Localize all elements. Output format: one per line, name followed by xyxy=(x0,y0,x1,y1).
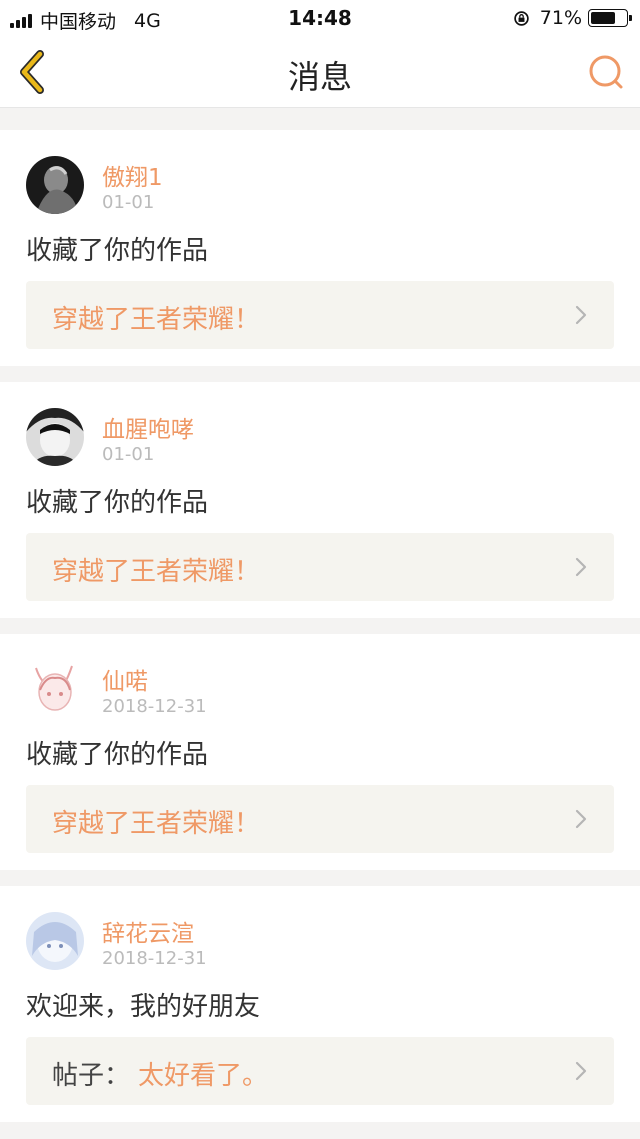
avatar[interactable] xyxy=(26,156,84,214)
post-prefix: 帖子： xyxy=(52,1061,131,1091)
username[interactable]: 仙喏 xyxy=(102,662,148,696)
status-bar: 中国移动 4G 14:48 71% xyxy=(0,0,640,36)
work-link[interactable]: 穿越了王者荣耀！ xyxy=(26,785,614,853)
work-title: 穿越了王者荣耀！ xyxy=(52,305,261,335)
message-list: 傲翔1 01-01 收藏了你的作品 穿越了王者荣耀！ 血腥咆哮 01-01 收藏… xyxy=(0,130,640,1138)
post-link[interactable]: 帖子： 太好看了。 xyxy=(26,1037,614,1105)
chevron-right-icon xyxy=(575,557,587,577)
avatar[interactable] xyxy=(26,660,84,718)
work-link[interactable]: 穿越了王者荣耀！ xyxy=(26,281,614,349)
message-date: 2018-12-31 xyxy=(102,948,207,969)
username[interactable]: 傲翔1 xyxy=(102,158,163,192)
battery-percent: 71% xyxy=(539,7,582,29)
search-button[interactable] xyxy=(586,52,626,92)
work-title: 穿越了王者荣耀！ xyxy=(52,557,261,587)
message-text: 收藏了你的作品 xyxy=(26,488,209,518)
rotation-lock-icon xyxy=(514,10,529,26)
battery-icon xyxy=(588,9,632,27)
message-card[interactable]: 辞花云渲 2018-12-31 欢迎来，我的好朋友 帖子： 太好看了。 xyxy=(0,886,640,1122)
message-card[interactable]: 仙喏 2018-12-31 收藏了你的作品 穿越了王者荣耀！ xyxy=(0,634,640,870)
username[interactable]: 血腥咆哮 xyxy=(102,410,194,444)
search-icon xyxy=(589,55,623,89)
page-title: 消息 xyxy=(287,58,352,96)
nav-bar: 消息 xyxy=(0,36,640,108)
message-date: 01-01 xyxy=(102,444,155,465)
message-text: 收藏了你的作品 xyxy=(26,236,209,266)
status-right: 71% xyxy=(513,7,632,29)
message-card[interactable]: 血腥咆哮 01-01 收藏了你的作品 穿越了王者荣耀！ xyxy=(0,382,640,618)
work-link[interactable]: 穿越了王者荣耀！ xyxy=(26,533,614,601)
message-text: 欢迎来，我的好朋友 xyxy=(26,992,261,1022)
avatar[interactable] xyxy=(26,408,84,466)
message-date: 01-01 xyxy=(102,192,155,213)
chevron-right-icon xyxy=(575,809,587,829)
message-card[interactable]: 傲翔1 01-01 收藏了你的作品 穿越了王者荣耀！ xyxy=(0,130,640,366)
avatar[interactable] xyxy=(26,912,84,970)
message-date: 2018-12-31 xyxy=(102,696,207,717)
chevron-right-icon xyxy=(575,1061,587,1081)
post-title: 太好看了。 xyxy=(138,1061,269,1091)
message-text: 收藏了你的作品 xyxy=(26,740,209,770)
chevron-right-icon xyxy=(575,305,587,325)
username[interactable]: 辞花云渲 xyxy=(102,914,194,948)
work-title: 穿越了王者荣耀！ xyxy=(52,809,261,839)
